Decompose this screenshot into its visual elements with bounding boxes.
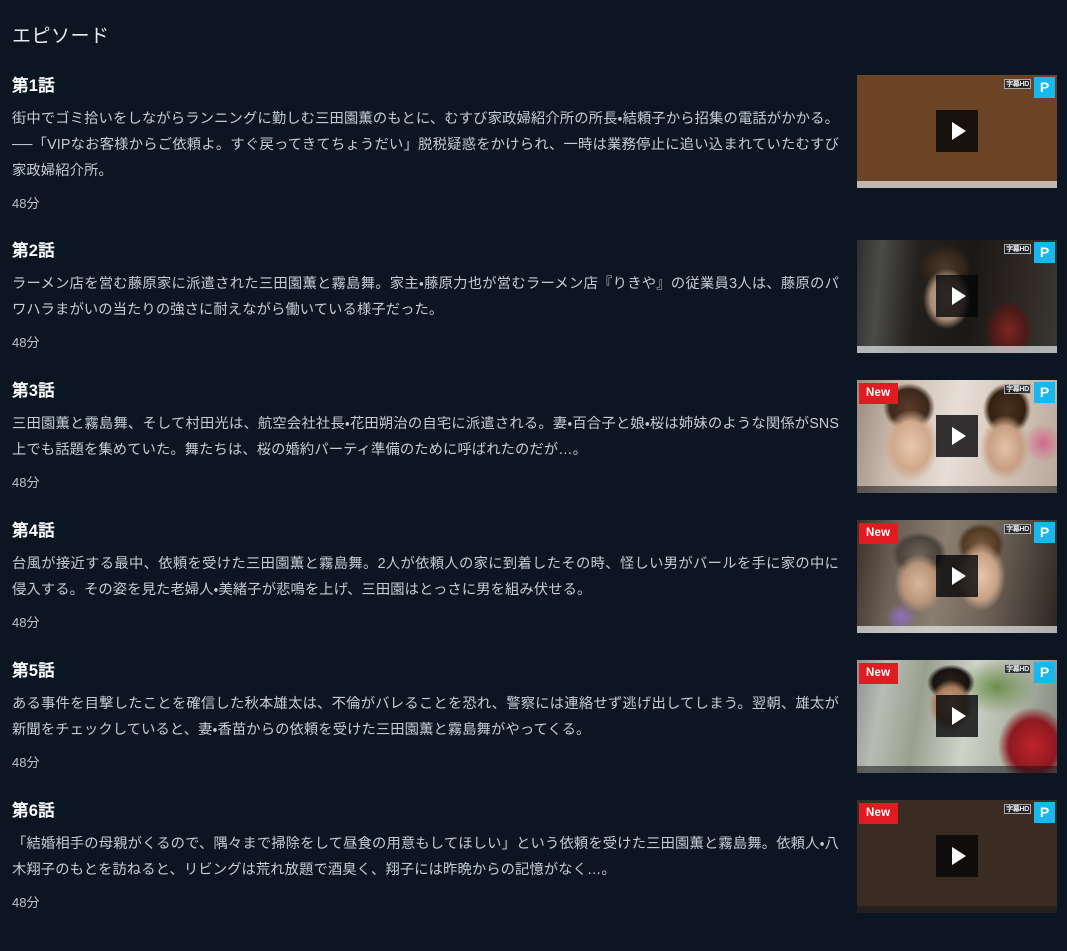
new-badge: New xyxy=(859,382,899,405)
episode-title: 第2話 xyxy=(12,241,55,260)
caption-hd-badge: 字幕HD xyxy=(1004,243,1031,254)
episode-description: 台風が接近する最中、依頼を受けた三田園薫と霧島舞。2人が依頼人の家に到着したその… xyxy=(12,555,839,598)
play-icon[interactable] xyxy=(936,555,978,598)
thumbnail-bottom-bar xyxy=(857,180,1057,188)
episode-thumbnail[interactable]: New 字幕HD P xyxy=(857,659,1057,773)
caption-hd-badge: 字幕HD xyxy=(1004,663,1031,674)
thumbnail-bottom-bar xyxy=(857,345,1057,353)
caption-hd-badge: 字幕HD xyxy=(1004,383,1031,394)
episode-text-block: 第5話 ある事件を目撃したことを確信した秋本雄太は、不倫がバレることを恐れ、警察… xyxy=(12,658,839,772)
thumbnail-bottom-bar xyxy=(857,625,1057,633)
episode-thumbnail[interactable]: New 字幕HD P xyxy=(857,379,1057,493)
new-badge: New xyxy=(859,802,899,825)
episode-thumbnail[interactable]: 字幕HD P xyxy=(857,74,1057,188)
caption-hd-badge: 字幕HD xyxy=(1004,78,1031,89)
episode-duration: 48分 xyxy=(12,334,40,350)
play-triangle xyxy=(952,287,966,306)
play-triangle xyxy=(952,567,966,586)
episode-description: 「結婚相手の母親がくるので、隅々まで掃除をして昼食の用意もしてほしい」という依頼… xyxy=(12,835,839,878)
premium-badge: P xyxy=(1034,381,1055,403)
play-triangle xyxy=(952,707,966,726)
new-badge: New xyxy=(859,662,899,685)
play-triangle xyxy=(952,427,966,446)
episode-description: ある事件を目撃したことを確信した秋本雄太は、不倫がバレることを恐れ、警察には連絡… xyxy=(12,695,839,738)
episode-row[interactable]: 第3話 三田園薫と霧島舞、そして村田光は、航空会社社長・花田朔治の自宅に派遣され… xyxy=(12,378,1057,518)
episode-list: 第1話 街中でゴミ拾いをしながらランニングに勤しむ三田園薫のもとに、むすび家政婦… xyxy=(0,73,1067,938)
episode-row[interactable]: 第2話 ラーメン店を営む藤原家に派遣された三田園薫と霧島舞。家主・藤原力也が営む… xyxy=(12,238,1057,378)
play-triangle xyxy=(952,122,966,141)
episode-row[interactable]: 第4話 台風が接近する最中、依頼を受けた三田園薫と霧島舞。2人が依頼人の家に到着… xyxy=(12,518,1057,658)
episode-title: 第5話 xyxy=(12,661,55,680)
episode-text-block: 第4話 台風が接近する最中、依頼を受けた三田園薫と霧島舞。2人が依頼人の家に到着… xyxy=(12,518,839,632)
play-triangle xyxy=(952,847,966,866)
play-icon[interactable] xyxy=(936,110,978,153)
episode-duration: 48分 xyxy=(12,754,40,770)
caption-hd-badge: 字幕HD xyxy=(1004,523,1031,534)
thumbnail-bottom-bar xyxy=(857,765,1057,773)
episode-duration: 48分 xyxy=(12,474,40,490)
premium-badge: P xyxy=(1034,801,1055,823)
episode-description: 三田園薫と霧島舞、そして村田光は、航空会社社長・花田朔治の自宅に派遣される。妻・… xyxy=(12,415,839,458)
episode-row[interactable]: 第5話 ある事件を目撃したことを確信した秋本雄太は、不倫がバレることを恐れ、警察… xyxy=(12,658,1057,798)
premium-badge: P xyxy=(1034,76,1055,98)
episode-text-block: 第2話 ラーメン店を営む藤原家に派遣された三田園薫と霧島舞。家主・藤原力也が営む… xyxy=(12,238,839,352)
play-icon[interactable] xyxy=(936,415,978,458)
play-icon[interactable] xyxy=(936,695,978,738)
episode-title: 第3話 xyxy=(12,381,55,400)
episode-page: エピソード 第1話 街中でゴミ拾いをしながらランニングに勤しむ三田園薫のもとに、… xyxy=(0,12,1067,951)
thumbnail-bottom-bar xyxy=(857,485,1057,493)
episode-thumbnail[interactable]: New 字幕HD P xyxy=(857,799,1057,913)
episode-duration: 48分 xyxy=(12,894,40,910)
thumbnail-bottom-bar xyxy=(857,905,1057,913)
episode-title: 第6話 xyxy=(12,801,55,820)
episode-duration: 48分 xyxy=(12,614,40,630)
episode-title: 第4話 xyxy=(12,521,55,540)
episode-row[interactable]: 第1話 街中でゴミ拾いをしながらランニングに勤しむ三田園薫のもとに、むすび家政婦… xyxy=(12,73,1057,238)
new-badge: New xyxy=(859,522,899,545)
premium-badge: P xyxy=(1034,661,1055,683)
episode-duration: 48分 xyxy=(12,195,40,211)
episode-row[interactable]: 第6話 「結婚相手の母親がくるので、隅々まで掃除をして昼食の用意もしてほしい」と… xyxy=(12,798,1057,938)
play-icon[interactable] xyxy=(936,835,978,878)
episode-thumbnail[interactable]: New 字幕HD P xyxy=(857,519,1057,633)
caption-hd-badge: 字幕HD xyxy=(1004,803,1031,814)
episode-title: 第1話 xyxy=(12,76,55,95)
episode-text-block: 第3話 三田園薫と霧島舞、そして村田光は、航空会社社長・花田朔治の自宅に派遣され… xyxy=(12,378,839,492)
premium-badge: P xyxy=(1034,521,1055,543)
page-title: エピソード xyxy=(12,25,110,47)
episode-description: 街中でゴミ拾いをしながらランニングに勤しむ三田園薫のもとに、むすび家政婦紹介所の… xyxy=(12,110,839,179)
episode-text-block: 第1話 街中でゴミ拾いをしながらランニングに勤しむ三田園薫のもとに、むすび家政婦… xyxy=(12,73,839,213)
play-icon[interactable] xyxy=(936,275,978,318)
episode-text-block: 第6話 「結婚相手の母親がくるので、隅々まで掃除をして昼食の用意もしてほしい」と… xyxy=(12,798,839,912)
episode-thumbnail[interactable]: 字幕HD P xyxy=(857,239,1057,353)
episode-description: ラーメン店を営む藤原家に派遣された三田園薫と霧島舞。家主・藤原力也が営むラーメン… xyxy=(12,275,839,318)
premium-badge: P xyxy=(1034,241,1055,263)
